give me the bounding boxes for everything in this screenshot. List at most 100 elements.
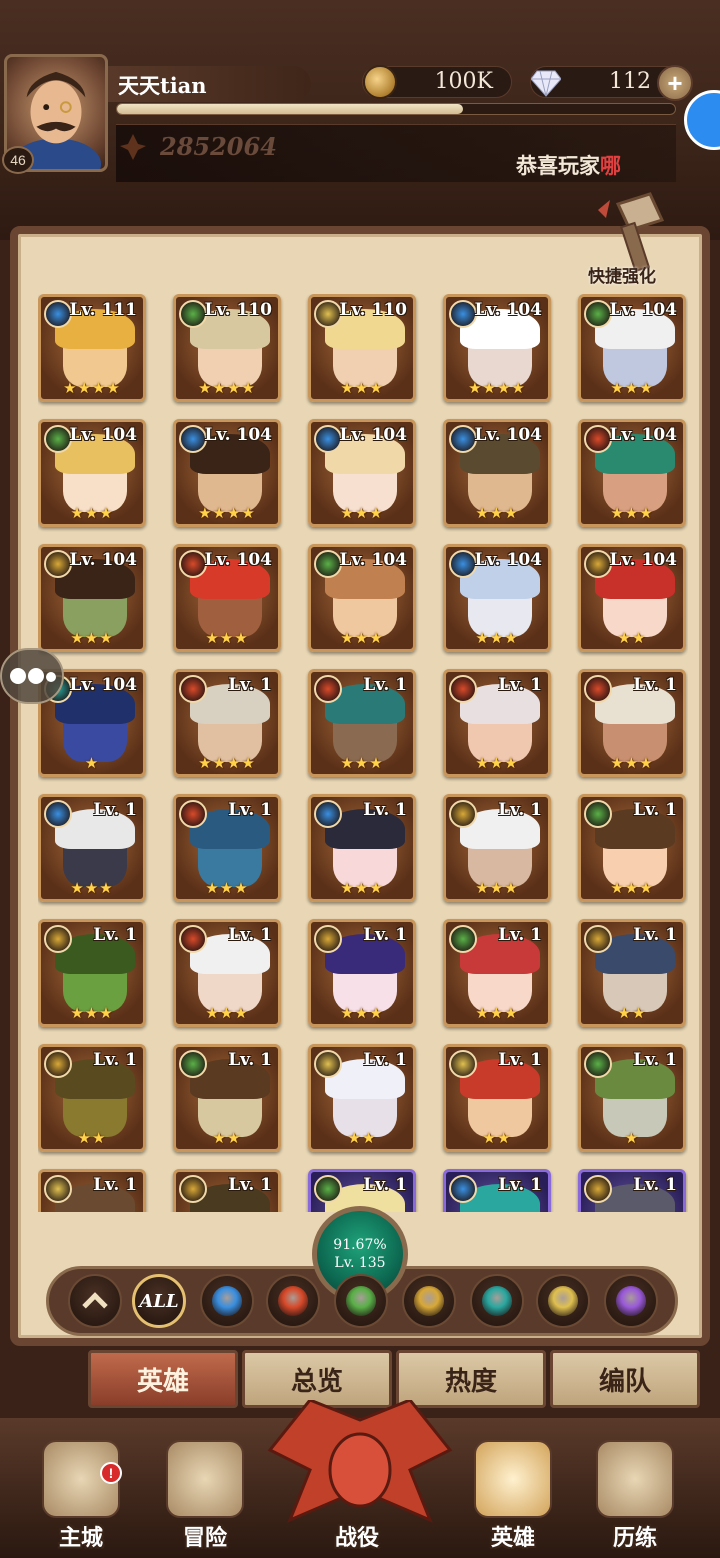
filter-lightbearer-button[interactable]: [402, 1274, 456, 1328]
gold-display[interactable]: 100K: [362, 65, 512, 99]
nav-campaign[interactable]: 战役: [302, 1440, 412, 1558]
hero-card[interactable]: Lv. 104 ★★★: [443, 419, 551, 527]
hero-stars: ★: [84, 754, 100, 772]
hero-card[interactable]: Lv. 1 ★★★★: [173, 669, 281, 777]
hero-level: Lv. 111: [69, 300, 137, 320]
hero-grid: Lv. 111 ★★★★ Lv. 110 ★★★★ Lv. 110 ★★★ Lv. 104 ★…: [38, 294, 688, 1212]
hero-card[interactable]: Lv. 110 ★★★★: [173, 294, 281, 402]
hero-level: Lv. 1: [363, 1175, 407, 1195]
filter-hypogean-button[interactable]: [536, 1274, 590, 1328]
filter-celestial-button[interactable]: [200, 1274, 254, 1328]
hero-card[interactable]: Lv. 1 ★★★: [38, 919, 146, 1027]
graveborn-faction-icon: [616, 1286, 646, 1316]
hero-crest-icon: [474, 1440, 552, 1518]
hero-level: Lv. 104: [609, 550, 677, 570]
hero-stars: ★★: [77, 1129, 107, 1147]
hero-card[interactable]: Lv. 1 ★★★: [173, 919, 281, 1027]
filter-all-button[interactable]: ALL: [132, 1274, 186, 1328]
hero-level: Lv. 110: [204, 300, 272, 320]
hero-card[interactable]: Lv. 1 ★★: [443, 1044, 551, 1152]
chevron-up-icon: [82, 1292, 108, 1318]
hero-stars: ★★★: [475, 754, 519, 772]
hero-card[interactable]: Lv. 1: [443, 1169, 551, 1212]
mauler-faction-icon: [179, 675, 207, 703]
nav-label: 主城: [58, 1525, 103, 1551]
diamond-display[interactable]: 112 +: [530, 65, 693, 101]
hero-card[interactable]: Lv. 1 ★★: [38, 1044, 146, 1152]
hero-card[interactable]: Lv. 1 ★★: [578, 919, 686, 1027]
hero-level: Lv. 104: [474, 425, 542, 445]
player-name: 天天tian: [118, 73, 207, 98]
broadcast-notice[interactable]: 恭喜玩家哪: [516, 150, 621, 180]
hero-card[interactable]: Lv. 104 ★★★: [173, 544, 281, 652]
crystal-level: Lv. 135: [334, 1255, 386, 1271]
hero-card[interactable]: Lv. 104 ★★★: [38, 419, 146, 527]
hero-card[interactable]: Lv. 1 ★★★: [578, 794, 686, 902]
hero-card[interactable]: Lv. 104 ★★★: [443, 544, 551, 652]
lightbearer-faction-icon: [44, 550, 72, 578]
hero-card[interactable]: Lv. 110 ★★★: [308, 294, 416, 402]
hero-card[interactable]: Lv. 104 ★★★: [308, 544, 416, 652]
filter-wilder-button[interactable]: [334, 1274, 388, 1328]
tab-heroes[interactable]: 英雄: [88, 1350, 238, 1408]
filter-mauler-button[interactable]: [266, 1274, 320, 1328]
hero-level: Lv. 1: [93, 1175, 137, 1195]
hero-card[interactable]: Lv. 104 ★★★★: [173, 419, 281, 527]
wilder-faction-icon: [584, 800, 612, 828]
hypogean-faction-icon: [449, 1050, 477, 1078]
hero-card[interactable]: Lv. 1 ★★: [173, 1044, 281, 1152]
hero-level: Lv. 104: [609, 425, 677, 445]
hero-card[interactable]: Lv. 1: [578, 1169, 686, 1212]
hero-card[interactable]: Lv. 1 ★★★: [443, 669, 551, 777]
hero-card[interactable]: Lv. 111 ★★★★: [38, 294, 146, 402]
hero-card[interactable]: Lv. 1 ★★★: [173, 794, 281, 902]
trials-icon: [596, 1440, 674, 1518]
hero-stars: ★★: [347, 1129, 377, 1147]
lightbearer-faction-icon: [314, 925, 342, 953]
hero-card[interactable]: Lv. 1: [38, 1169, 146, 1212]
alert-badge: !: [100, 1462, 122, 1484]
hero-card[interactable]: Lv. 1 ★★★: [308, 919, 416, 1027]
hero-card[interactable]: Lv. 1 ★★★: [38, 794, 146, 902]
hero-level: Lv. 110: [339, 300, 407, 320]
hero-card[interactable]: Lv. 1 ★: [578, 1044, 686, 1152]
nav-main-city[interactable]: 主城: [26, 1440, 136, 1558]
hypogean-faction-icon: [314, 1050, 342, 1078]
hero-level: Lv. 1: [228, 1175, 272, 1195]
hero-card[interactable]: Lv. 1 ★★★: [578, 669, 686, 777]
hero-stars: ★★★: [610, 504, 654, 522]
celestial-faction-icon: [449, 300, 477, 328]
nav-heroes[interactable]: 英雄: [458, 1440, 568, 1558]
add-diamond-button[interactable]: +: [657, 65, 693, 101]
chat-icon[interactable]: [0, 648, 64, 704]
hero-card[interactable]: Lv. 104 ★★: [578, 544, 686, 652]
hero-card[interactable]: Lv. 104 ★★★: [578, 419, 686, 527]
nav-trials[interactable]: 历练: [580, 1440, 690, 1558]
collapse-filter-button[interactable]: [68, 1274, 122, 1328]
hero-card[interactable]: Lv. 1 ★★★: [308, 794, 416, 902]
celestial-faction-icon: [44, 800, 72, 828]
hero-stars: ★★★★: [63, 379, 121, 397]
filter-dimensional-button[interactable]: [470, 1274, 524, 1328]
filter-graveborn-button[interactable]: [604, 1274, 658, 1328]
hero-level: Lv. 1: [228, 1050, 272, 1070]
exp-bar-fill: [117, 104, 463, 114]
hero-level: Lv. 1: [363, 675, 407, 695]
lightbearer-faction-icon: [179, 1175, 207, 1203]
hero-card[interactable]: Lv. 1: [173, 1169, 281, 1212]
hero-level: Lv. 104: [339, 425, 407, 445]
hero-card[interactable]: Lv. 1 ★★★: [443, 919, 551, 1027]
quick-enhance-label[interactable]: 快捷强化: [588, 262, 656, 287]
hero-card[interactable]: Lv. 104 ★★★★: [443, 294, 551, 402]
hero-card[interactable]: Lv. 104 ★★★: [578, 294, 686, 402]
hero-card[interactable]: Lv. 1 ★★: [308, 1044, 416, 1152]
tab-formation[interactable]: 编队: [550, 1350, 700, 1408]
hero-card[interactable]: Lv. 1 ★★★: [308, 669, 416, 777]
hero-card[interactable]: Lv. 1 ★★★: [443, 794, 551, 902]
hero-card[interactable]: Lv. 104 ★★★: [308, 419, 416, 527]
combat-power-value: 2852064: [160, 132, 277, 161]
hypogean-faction-icon: [44, 1175, 72, 1203]
hero-card[interactable]: Lv. 104 ★★★: [38, 544, 146, 652]
hero-level: Lv. 1: [363, 1050, 407, 1070]
nav-adventure[interactable]: 冒险: [150, 1440, 260, 1558]
